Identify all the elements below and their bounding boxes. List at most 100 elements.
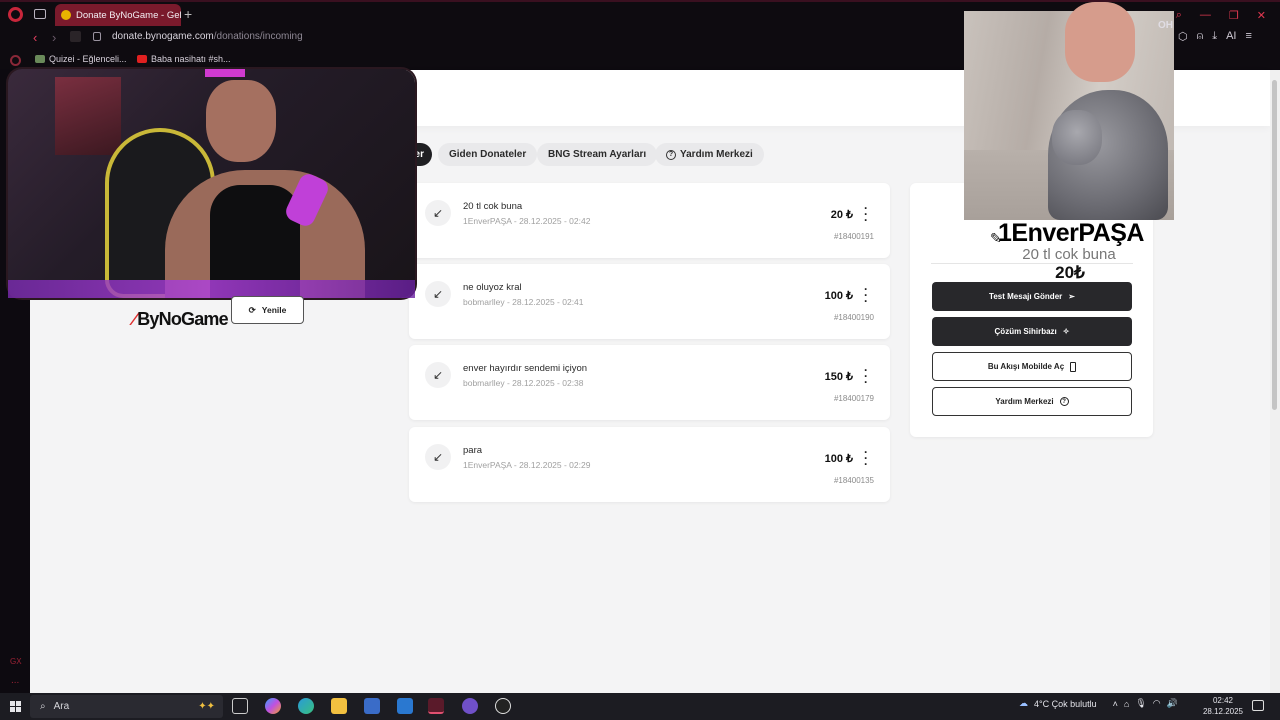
- magic-icon: ✧: [1062, 327, 1070, 336]
- discord-icon[interactable]: [462, 698, 478, 714]
- bookmark-favicon-icon: [35, 55, 45, 63]
- tab-outgoing-donations[interactable]: Giden Donateler: [438, 143, 538, 166]
- donation-card[interactable]: ↙ enver hayırdır sendemi içiyon bobmarll…: [409, 345, 890, 420]
- donation-card[interactable]: ↙ 20 tl cok buna 1EnverPAŞA - 28.12.2025…: [409, 183, 890, 258]
- help-center-button[interactable]: Yardım Merkezi ?: [932, 387, 1132, 416]
- donation-message: para: [463, 445, 483, 456]
- tab-title: Donate ByNoGame - Gelen: [76, 9, 181, 21]
- donation-meta: 1EnverPAŞA - 28.12.2025 - 02:29: [463, 460, 591, 470]
- tab-overview-icon[interactable]: [34, 9, 46, 19]
- lock-icon[interactable]: [93, 32, 101, 41]
- weather-text[interactable]: 4°C Çok bulutlu: [1034, 699, 1097, 709]
- incoming-arrow-icon: ↙: [425, 200, 451, 226]
- tab-stream-settings[interactable]: BNG Stream Ayarları: [537, 143, 658, 166]
- wifi-icon[interactable]: ◠: [1153, 698, 1161, 709]
- button-label: Çözüm Sihirbazı: [994, 327, 1057, 336]
- open-mobile-button[interactable]: Bu Akışı Mobilde Aç: [932, 352, 1132, 381]
- youtube-icon: [137, 55, 147, 63]
- bynogame-logo: ⁄ ByNoGame: [133, 309, 229, 330]
- taskbar-clock[interactable]: 02:42 28.12.2025: [1198, 695, 1248, 717]
- button-label: Test Mesajı Gönder: [989, 292, 1063, 301]
- sidebar-toggle-icon[interactable]: [10, 55, 21, 66]
- opera-logo-icon[interactable]: [8, 7, 23, 22]
- solution-wizard-button[interactable]: Çözüm Sihirbazı ✧: [932, 317, 1132, 346]
- button-label: Bu Akışı Mobilde Aç: [987, 362, 1065, 371]
- donation-user: 1EnverPAŞA: [463, 460, 512, 470]
- mail-icon[interactable]: [397, 698, 413, 714]
- opera-gx-taskbar-icon[interactable]: [428, 698, 444, 714]
- copilot-icon[interactable]: [265, 698, 281, 714]
- refresh-button[interactable]: ⟳ Yenile: [231, 296, 304, 324]
- maximize-icon[interactable]: ❐: [1229, 9, 1239, 22]
- extensions-icon[interactable]: ⬡: [1178, 30, 1188, 43]
- donation-time: 28.12.2025 - 02:38: [512, 378, 584, 388]
- search-icon: ⌕: [40, 701, 46, 712]
- windows-start-icon[interactable]: [10, 701, 21, 712]
- forward-icon[interactable]: ›: [52, 30, 56, 45]
- task-view-icon[interactable]: [232, 698, 248, 714]
- donation-card[interactable]: ↙ ne oluyoz kral bobmarlley - 28.12.2025…: [409, 264, 890, 339]
- menu-icon[interactable]: ≡: [1246, 30, 1252, 43]
- donation-time: 28.12.2025 - 02:29: [519, 460, 591, 470]
- weather-icon[interactable]: ☁: [1019, 698, 1028, 709]
- more-options-icon[interactable]: · · ·: [864, 364, 868, 388]
- network-icon[interactable]: ⌂: [1124, 699, 1129, 709]
- close-icon[interactable]: ✕: [1257, 9, 1266, 22]
- donation-time: 28.12.2025 - 02:41: [512, 297, 584, 307]
- minimize-icon[interactable]: —: [1200, 9, 1211, 22]
- preview-message: 20 tl cok buna: [1022, 246, 1116, 263]
- cat-video-leg: [1065, 2, 1135, 82]
- button-label: Yardım Merkezi: [995, 397, 1054, 406]
- donation-user: 1EnverPAŞA: [463, 216, 512, 226]
- bookmark-item[interactable]: Baba nasihatı #sh...: [137, 54, 231, 64]
- webcam-rgb-glow: [8, 280, 415, 298]
- mic-icon[interactable]: 🎙: [1135, 698, 1146, 709]
- tab-help-center[interactable]: ? Yardım Merkezi: [655, 143, 764, 166]
- notification-icon[interactable]: [1252, 700, 1264, 711]
- store-icon[interactable]: [364, 698, 380, 714]
- more-icon[interactable]: ...: [11, 675, 19, 686]
- search-icon[interactable]: ⌕: [1176, 9, 1182, 22]
- donation-message: enver hayırdır sendemi içiyon: [463, 363, 588, 374]
- scrollbar-thumb[interactable]: [1272, 80, 1277, 410]
- download-icon[interactable]: ⤓: [1212, 30, 1217, 43]
- volume-icon[interactable]: 🔊: [1167, 698, 1178, 709]
- account-icon[interactable]: ⍝: [1197, 30, 1204, 43]
- clock-time: 02:42: [1212, 696, 1234, 705]
- help-icon: ?: [666, 149, 676, 160]
- taskbar-search[interactable]: ⌕ Ara ✦✦: [30, 695, 223, 718]
- bookmark-item[interactable]: Quizei - Eğlenceli...: [35, 54, 127, 64]
- donation-meta: bobmarlley - 28.12.2025 - 02:41: [463, 297, 584, 307]
- search-placeholder: Ara: [53, 701, 70, 712]
- webcam-light: [205, 69, 245, 77]
- test-message-button[interactable]: Test Mesajı Gönder ➢: [932, 282, 1132, 311]
- more-options-icon[interactable]: · · ·: [864, 446, 868, 470]
- gx-icon[interactable]: GX: [10, 657, 22, 666]
- file-explorer-icon[interactable]: [331, 698, 347, 714]
- reload-icon[interactable]: [70, 31, 81, 42]
- more-options-icon[interactable]: · · ·: [864, 202, 868, 226]
- refresh-icon: ⟳: [248, 304, 256, 315]
- incoming-arrow-icon: ↙: [425, 444, 451, 470]
- copilot-sparkle-icon: ✦✦: [198, 701, 215, 712]
- donation-id: #18400179: [833, 394, 874, 403]
- ai-button[interactable]: AI: [1226, 30, 1236, 43]
- send-icon: ➢: [1068, 292, 1075, 301]
- donation-amount: 100 ₺: [824, 290, 853, 302]
- back-icon[interactable]: ‹: [33, 30, 37, 45]
- help-icon: ?: [1059, 397, 1069, 406]
- browser-tab-active[interactable]: Donate ByNoGame - Gelen: [55, 4, 181, 26]
- new-tab-button[interactable]: +: [184, 7, 192, 21]
- url-field[interactable]: donate.bynogame.com/donations/incoming: [112, 31, 303, 42]
- obs-icon[interactable]: [495, 698, 511, 714]
- donation-id: #18400135: [833, 476, 874, 485]
- donation-message: 20 tl cok buna: [463, 201, 523, 212]
- oh-label: OH: [1158, 20, 1173, 31]
- preview-amount: 20₺: [1055, 263, 1085, 282]
- donation-id: #18400191: [833, 232, 874, 241]
- donation-card[interactable]: ↙ para 1EnverPAŞA - 28.12.2025 - 02:29 1…: [409, 427, 890, 502]
- edge-icon[interactable]: [298, 698, 314, 714]
- chevron-up-icon[interactable]: ˄: [1113, 699, 1118, 709]
- more-options-icon[interactable]: · · ·: [864, 283, 868, 307]
- window-controls: ⌕ — ❐ ✕: [1176, 9, 1266, 22]
